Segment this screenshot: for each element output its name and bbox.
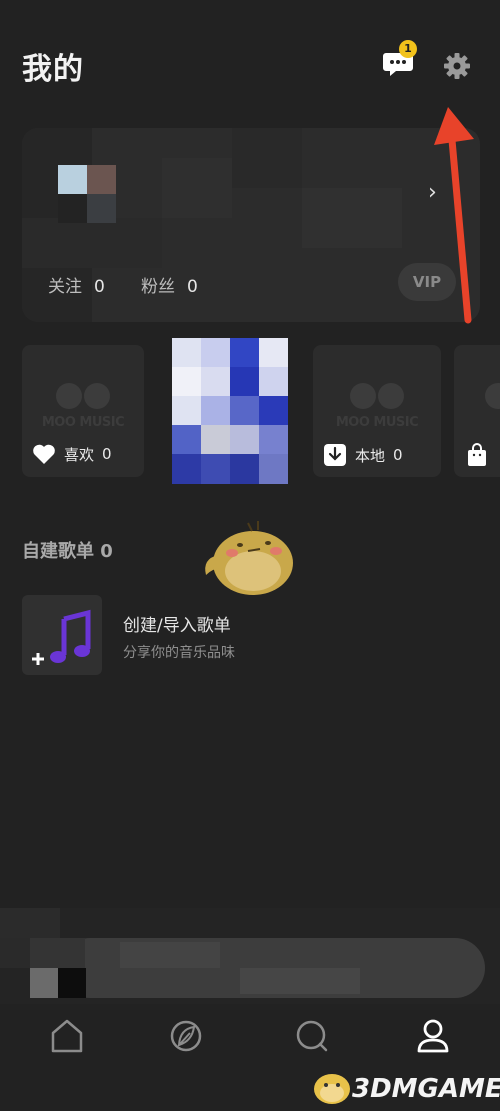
mascot-sticker (205, 521, 293, 595)
leaf-icon (170, 1020, 202, 1052)
recent-cover-mosaic[interactable] (172, 338, 288, 484)
message-badge: 1 (399, 40, 417, 58)
moo-watermark: MOO MUSIC (41, 415, 125, 430)
fans-label: 粉丝 (141, 277, 175, 297)
user-icon (417, 1019, 449, 1053)
watermark-text: 3DMGAME (352, 1074, 500, 1104)
music-note-icon (32, 609, 91, 665)
avatar[interactable] (58, 165, 116, 223)
local-count: 0 (393, 446, 403, 464)
playlists-title: 自建歌单 (22, 541, 94, 562)
nav-discover[interactable] (166, 1015, 206, 1057)
create-playlist-title[interactable]: 创建/导入歌单 (123, 611, 231, 636)
annotation-arrow (434, 107, 474, 324)
home-icon (51, 1019, 83, 1053)
fans-stat[interactable]: 粉丝 0 (141, 272, 198, 297)
heart-icon (33, 444, 55, 464)
search-icon (296, 1020, 328, 1052)
playlists-section-title: 自建歌单 0 (22, 537, 113, 563)
liked-songs-tile[interactable]: MOO MUSIC 喜欢 0 (22, 345, 144, 477)
mini-player[interactable] (0, 908, 500, 1004)
create-playlist-thumb[interactable] (22, 595, 102, 675)
fans-count: 0 (187, 277, 198, 297)
download-icon (324, 444, 346, 466)
playlists-count: 0 (100, 541, 113, 562)
create-playlist-subtitle: 分享你的音乐品味 (123, 645, 235, 661)
settings-button[interactable] (442, 51, 472, 81)
nav-search[interactable] (292, 1015, 332, 1057)
nav-mine[interactable] (413, 1015, 453, 1057)
gear-icon (444, 53, 470, 79)
liked-label: 喜欢 (64, 445, 95, 464)
moo-watermark: MOO MUSIC (335, 415, 419, 430)
follow-count: 0 (94, 277, 105, 297)
follow-label: 关注 (48, 277, 82, 297)
nav-home[interactable] (47, 1015, 87, 1057)
bag-icon (468, 443, 486, 466)
page-title: 我的 (22, 52, 84, 87)
local-music-tile[interactable]: MOO MUSIC 本地 0 (313, 345, 441, 477)
purchased-tile[interactable] (454, 345, 500, 477)
follow-stat[interactable]: 关注 0 (48, 272, 105, 297)
liked-count: 0 (102, 445, 112, 463)
local-label: 本地 (355, 446, 386, 465)
